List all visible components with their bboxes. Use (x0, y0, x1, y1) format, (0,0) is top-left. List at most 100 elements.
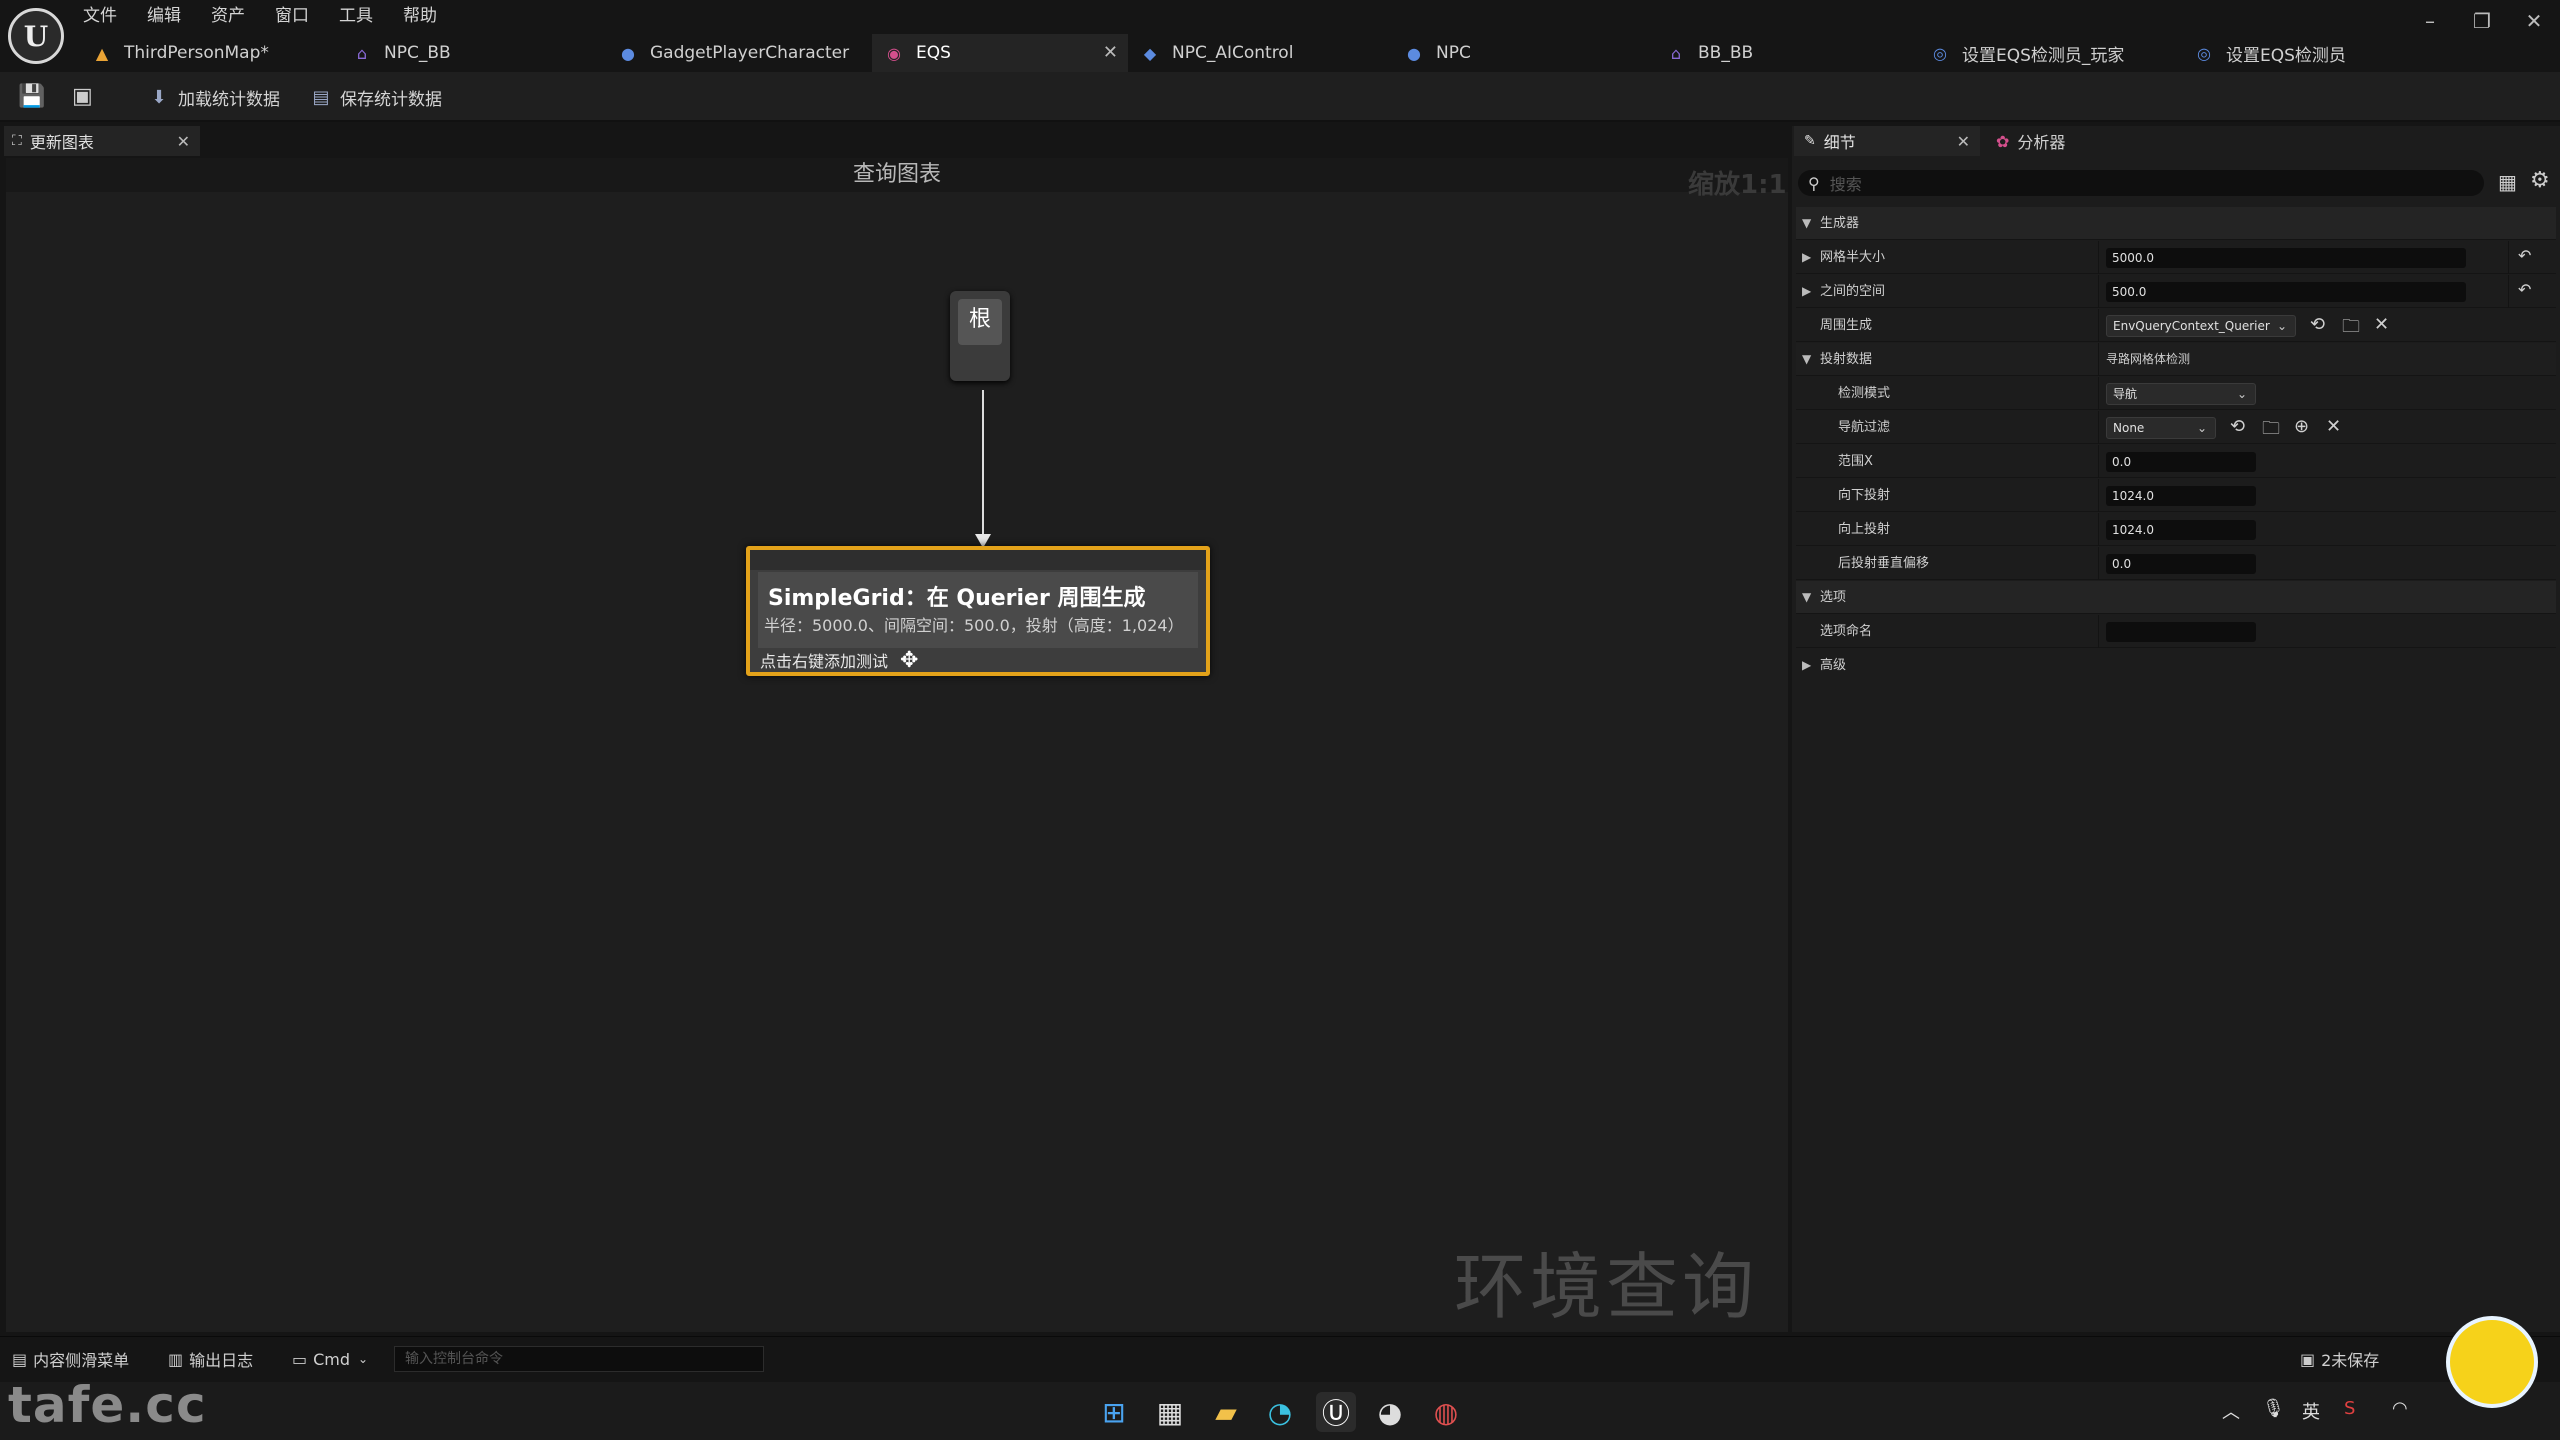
tab-label: NPC_AIControl (1172, 43, 1294, 63)
profiler-icon: ✿ (1996, 131, 2010, 151)
category-advanced[interactable]: ▶ 高级 (1796, 649, 2556, 682)
output-log-button[interactable]: ▥ 输出日志 (168, 1346, 253, 1372)
clear-icon[interactable]: ✕ (2374, 314, 2389, 335)
table-view-icon[interactable]: ▦ (2498, 170, 2517, 194)
clear-icon[interactable]: ✕ (2326, 416, 2341, 437)
wifi-icon[interactable]: ◠ (2392, 1398, 2408, 1419)
tab-label: EQS (916, 43, 951, 63)
tab-label: 更新图表 (29, 133, 94, 152)
content-drawer-button[interactable]: ▤ 内容侧滑菜单 (12, 1346, 129, 1372)
trace-mode-select[interactable]: 导航 ⌄ (2106, 383, 2256, 405)
use-selected-icon[interactable]: ⟲ (2230, 416, 2245, 437)
unreal-logo-icon[interactable]: U (8, 8, 64, 64)
close-tab-icon[interactable]: ✕ (177, 132, 190, 151)
post-projection-offset-field[interactable]: 0.0 (2106, 554, 2256, 574)
browse-folder-icon[interactable]: 🗀 (2262, 416, 2280, 446)
root-node[interactable]: 根 (950, 291, 1010, 381)
browse-folder-icon[interactable]: 🗀 (2342, 314, 2360, 344)
tab-gadget-player-character[interactable]: ● GadgetPlayerCharacter (606, 34, 872, 72)
menu-window[interactable]: 窗口 (260, 4, 324, 28)
load-stats-button[interactable]: ⬇ 加载统计数据 (148, 82, 280, 112)
edge-icon[interactable]: ◔ (1260, 1392, 1300, 1432)
space-between-field[interactable]: 500.0 (2106, 282, 2466, 302)
tray-expand-icon[interactable]: ︿ (2222, 1398, 2240, 1424)
restore-icon[interactable]: ❐ (2456, 6, 2508, 36)
projection-value: 寻路网格体检测 (2106, 352, 2191, 366)
tab-eqs[interactable]: ◉ EQS ✕ (872, 34, 1128, 72)
move-cursor-icon: ✥ (900, 648, 919, 673)
close-window-icon[interactable]: ✕ (2508, 6, 2560, 36)
grid-half-size-field[interactable]: 5000.0 (2106, 248, 2466, 268)
menu-tools[interactable]: 工具 (324, 4, 388, 28)
ime-icon[interactable]: S (2344, 1398, 2355, 1419)
minimize-icon[interactable]: – (2404, 6, 2456, 36)
chrome-icon[interactable]: ◍ (1426, 1392, 1466, 1432)
tab-label: 设置EQS检测员 (2226, 45, 2346, 66)
save-stats-button[interactable]: ▤ 保存统计数据 (310, 82, 442, 112)
epic-icon[interactable]: ◕ (1370, 1392, 1410, 1432)
property-projection-data[interactable]: ▼ 投射数据 寻路网格体检测 (1796, 343, 2556, 376)
input-language[interactable]: 英 (2302, 1398, 2320, 1424)
tab-set-eqs-querier[interactable]: ◎ 设置EQS检测员 (2182, 34, 2432, 72)
save-icon[interactable]: 💾 (18, 84, 45, 109)
generator-node[interactable]: SimpleGrid：在 Querier 周围生成 半径：5000.0、间隔空间… (746, 546, 1210, 676)
select-value: 导航 (2113, 387, 2138, 401)
character-icon: ● (1407, 43, 1421, 63)
windows-start-icon[interactable]: ⊞ (1094, 1392, 1134, 1432)
graph-title: 查询图表 (6, 158, 1788, 192)
generate-around-select[interactable]: EnvQueryContext_Querier ⌄ (2106, 315, 2296, 337)
console-command-input[interactable]: 输入控制台命令 (394, 1346, 764, 1372)
project-up-field[interactable]: 1024.0 (2106, 520, 2256, 540)
unsaved-label: 2未保存 (2321, 1351, 2380, 1370)
document-tabs: ▲ ThirdPersonMap* ⌂ NPC_BB ● GadgetPlaye… (80, 34, 2432, 72)
extent-x-field[interactable]: 0.0 (2106, 452, 2256, 472)
menu-help[interactable]: 帮助 (388, 4, 452, 28)
chevron-right-icon[interactable]: ▶ (1802, 241, 1811, 274)
menu-edit[interactable]: 编辑 (132, 4, 196, 28)
unsaved-icon: ▣ (2300, 1349, 2316, 1369)
node-input-pin[interactable] (750, 550, 1206, 570)
use-selected-icon[interactable]: ⟲ (2310, 314, 2325, 335)
chevron-down-icon: ⌄ (2196, 421, 2207, 435)
zoom-label: 缩放1:1 (1688, 170, 1787, 200)
project-down-field[interactable]: 1024.0 (2106, 486, 2256, 506)
level-icon: ▲ (95, 43, 109, 63)
select-value: None (2113, 421, 2145, 435)
status-bar (0, 1336, 2560, 1382)
details-search-input[interactable]: ⚲ 搜索 (1798, 170, 2484, 196)
tab-label: NPC (1436, 43, 1471, 63)
reset-icon[interactable]: ↶ (2518, 280, 2531, 299)
menu-asset[interactable]: 资产 (196, 4, 260, 28)
unreal-icon[interactable]: Ⓤ (1316, 1392, 1356, 1432)
tab-thirdpersonmap[interactable]: ▲ ThirdPersonMap* (80, 34, 340, 72)
graph-canvas[interactable] (6, 192, 1788, 1332)
menu-file[interactable]: 文件 (68, 4, 132, 28)
browse-icon[interactable]: ▣ (72, 84, 93, 109)
tab-update-graph[interactable]: ⛶ 更新图表 ✕ (4, 126, 200, 156)
gear-icon[interactable]: ⚙ (2530, 168, 2550, 193)
file-explorer-icon[interactable]: ▰ (1206, 1392, 1246, 1432)
load-stats-icon: ⬇ (151, 86, 167, 108)
store-icon[interactable]: ▦ (1150, 1392, 1190, 1432)
unsaved-button[interactable]: ▣ 2未保存 (2300, 1346, 2379, 1372)
tab-set-eqs-querier-player[interactable]: ◎ 设置EQS检测员_玩家 (1918, 34, 2182, 72)
tab-npc-bb[interactable]: ⌂ NPC_BB (340, 34, 606, 72)
add-icon[interactable]: ⊕ (2294, 416, 2309, 437)
reset-icon[interactable]: ↶ (2518, 246, 2531, 265)
tab-npc-aicontrol[interactable]: ◆ NPC_AIControl (1128, 34, 1392, 72)
nav-filter-select[interactable]: None ⌄ (2106, 417, 2216, 439)
tab-npc[interactable]: ● NPC (1392, 34, 1654, 72)
microphone-icon[interactable]: 🎙 (2262, 1398, 2285, 1419)
category-generator[interactable]: ▼ 生成器 (1796, 207, 2556, 240)
tab-profiler[interactable]: ✿ 分析器 (1996, 126, 2065, 156)
chevron-right-icon[interactable]: ▶ (1802, 275, 1811, 308)
chevron-down-icon: ▼ (1802, 590, 1812, 604)
close-tab-icon[interactable]: ✕ (1103, 42, 1118, 63)
option-name-field[interactable] (2106, 622, 2256, 642)
tab-bb-bb[interactable]: ⌂ BB_BB (1654, 34, 1918, 72)
cmd-select[interactable]: ▭ Cmd ⌄ (292, 1346, 368, 1372)
chevron-down-icon: ▼ (1802, 216, 1812, 230)
tab-details[interactable]: ✎ 细节 ✕ (1794, 126, 1980, 156)
category-option[interactable]: ▼ 选项 (1796, 581, 2556, 614)
close-tab-icon[interactable]: ✕ (1957, 132, 1970, 151)
